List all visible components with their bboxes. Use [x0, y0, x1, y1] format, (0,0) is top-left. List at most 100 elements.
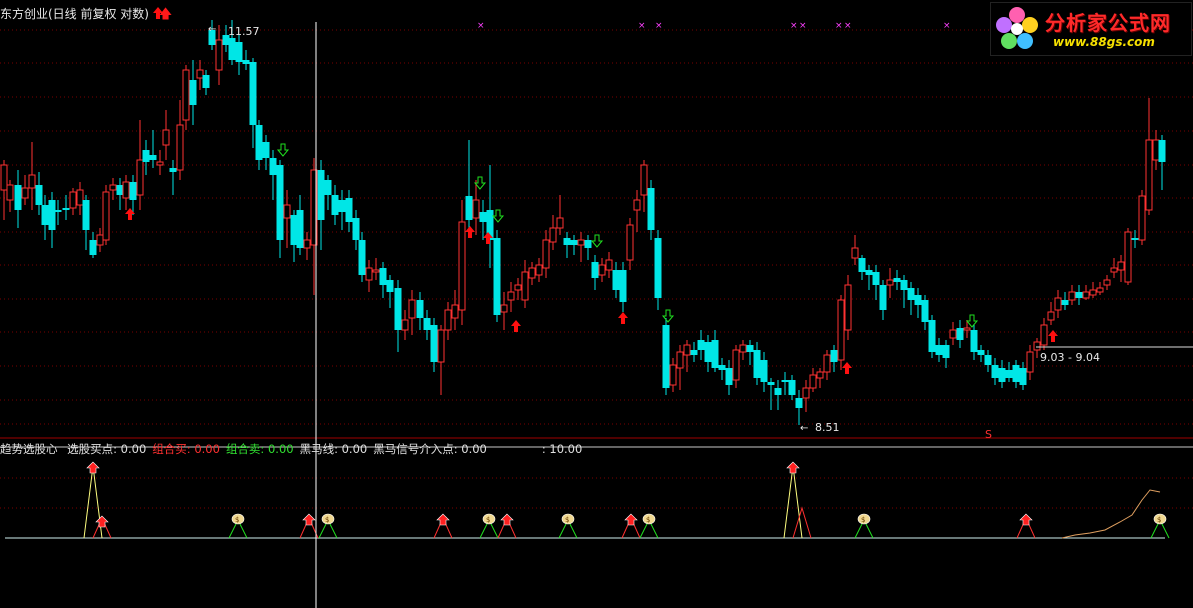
- red-up-arrow-icon[interactable]: 🡅: [159, 7, 172, 22]
- up-candle: [1103, 275, 1111, 290]
- down-candle: [1131, 230, 1139, 248]
- down-candle: [242, 50, 250, 70]
- up-candle: [136, 120, 144, 210]
- sell-arrow-icon: [491, 209, 505, 223]
- up-candle: [949, 322, 957, 345]
- heima-line: [1061, 489, 1161, 539]
- down-candle: [338, 190, 346, 230]
- down-candle: [35, 172, 43, 215]
- down-candle: [879, 280, 887, 320]
- down-candle: [269, 150, 277, 200]
- signal-peak: [783, 465, 803, 539]
- up-candle: [521, 260, 529, 308]
- up-candle: [598, 258, 606, 282]
- down-candle: [612, 262, 620, 298]
- sell-arrow-icon: [661, 309, 675, 323]
- buy-arrow-icon: [624, 513, 638, 526]
- up-candle: [851, 235, 859, 265]
- down-candle: [324, 175, 332, 210]
- down-candle: [956, 320, 964, 348]
- down-candle: [570, 235, 578, 255]
- down-candle: [82, 195, 90, 250]
- up-candle: [182, 65, 190, 130]
- down-candle: [386, 275, 394, 308]
- up-candle: [1082, 285, 1090, 300]
- up-candle: [577, 232, 585, 262]
- down-candle: [865, 265, 873, 290]
- up-candle: [542, 230, 550, 278]
- up-candle: [556, 195, 564, 235]
- up-candle: [408, 290, 416, 335]
- indicator-value-3: 黑马线: 0.00: [299, 442, 368, 456]
- up-candle: [963, 320, 971, 338]
- down-candle: [591, 255, 599, 290]
- up-candle: [372, 258, 380, 280]
- up-candle: [514, 278, 522, 300]
- marker-x-icon: ×: [844, 21, 852, 31]
- down-candle: [704, 335, 712, 372]
- up-candle: [837, 295, 845, 370]
- down-candle: [690, 342, 698, 362]
- down-candle: [914, 288, 922, 318]
- indicator-value-0: 选股买点: 0.00: [67, 442, 147, 456]
- buy-arrow-icon: [1019, 513, 1033, 526]
- buy-arrow-icon: [465, 226, 475, 238]
- up-candle: [732, 345, 740, 388]
- up-candle: [809, 368, 817, 392]
- up-candle: [1138, 190, 1146, 245]
- down-candle: [479, 200, 487, 240]
- down-candle: [89, 232, 97, 258]
- down-candle: [725, 360, 733, 395]
- up-candle: [458, 200, 466, 325]
- down-candle: [296, 195, 304, 255]
- up-candle: [844, 275, 852, 340]
- down-candle: [774, 380, 782, 410]
- down-candle: [746, 340, 754, 365]
- money-bag-symbol: $: [565, 516, 569, 524]
- chart-title-text: 东方创业(日线 前复权 对数): [0, 7, 149, 21]
- signal-s-label: S: [985, 428, 992, 441]
- money-bag-symbol: $: [861, 516, 865, 524]
- buy-arrow-icon: [511, 320, 521, 332]
- up-candle: [6, 180, 14, 212]
- up-candle: [102, 185, 110, 245]
- down-candle: [1158, 135, 1166, 190]
- up-candle: [669, 358, 677, 392]
- down-candle: [235, 35, 243, 75]
- up-candle: [109, 178, 117, 200]
- site-logo: 分析家公式网 www.88gs.com: [990, 2, 1192, 56]
- down-candle: [935, 338, 943, 362]
- down-candle: [858, 255, 866, 280]
- buy-arrow-icon: [786, 461, 800, 474]
- sell-arrow-icon: [590, 234, 604, 248]
- up-candle: [1096, 282, 1104, 295]
- down-candle: [795, 390, 803, 425]
- down-candle: [998, 360, 1006, 388]
- down-candle: [358, 232, 366, 282]
- sell-arrow-icon: [965, 314, 979, 328]
- down-candle: [423, 310, 431, 340]
- up-candle: [633, 190, 641, 232]
- money-bag-symbol: $: [325, 516, 329, 524]
- up-candle: [162, 110, 170, 160]
- chart-canvas[interactable]: × × × × × × × × $ $ $ $ $ $ $ ← 11.57← 8.519.03 - 9.04S: [0, 0, 1193, 608]
- marker-x-icon: ×: [790, 21, 798, 31]
- logo-title: 分析家公式网: [1045, 11, 1171, 35]
- down-candle: [394, 280, 402, 352]
- down-candle: [142, 140, 150, 175]
- up-candle: [1124, 228, 1132, 285]
- down-candle: [276, 160, 284, 258]
- down-candle: [647, 180, 655, 240]
- down-candle: [781, 372, 789, 395]
- down-candle: [486, 165, 494, 268]
- up-candle: [1117, 255, 1125, 282]
- flower-logo-icon: [996, 7, 1038, 49]
- down-candle: [753, 342, 761, 385]
- down-candle: [584, 235, 592, 260]
- down-candle: [345, 190, 353, 232]
- down-candle: [563, 232, 571, 258]
- down-candle: [430, 318, 438, 372]
- down-candle: [697, 330, 705, 360]
- down-candle: [169, 160, 177, 195]
- down-candle: [331, 185, 339, 225]
